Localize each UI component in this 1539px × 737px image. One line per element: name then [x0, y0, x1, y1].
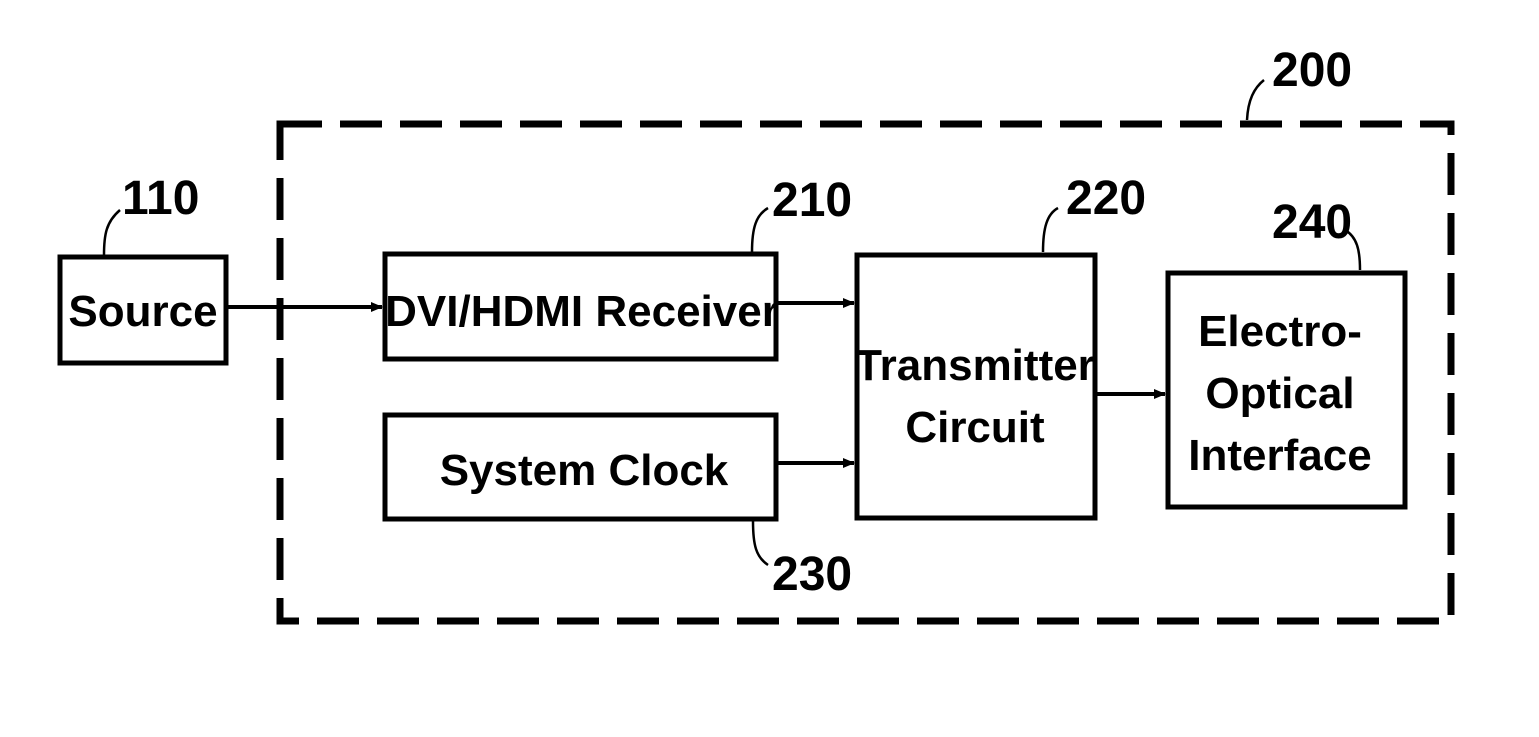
source-leader-line — [102, 209, 121, 256]
eo-interface-label-line-1: Electro- — [1198, 307, 1362, 356]
source-ref-label: 110 — [122, 172, 199, 225]
clock-label: System Clock — [440, 446, 729, 495]
transmitter-block: Transmitter Circuit 220 — [854, 172, 1146, 521]
transmitter-label-line-1: Transmitter — [855, 341, 1095, 390]
container-200-leader-line — [1245, 79, 1265, 121]
eo-interface-label-line-2: Optical — [1205, 369, 1354, 418]
source-label: Source — [68, 287, 217, 336]
receiver-ref-label: 210 — [772, 174, 852, 227]
transmitter-ref-label: 220 — [1066, 172, 1146, 225]
clock-leader-line — [751, 520, 769, 567]
container-200-ref-label: 200 — [1272, 44, 1352, 97]
receiver-label: DVI/HDMI Receiver — [385, 287, 779, 336]
transmitter-leader-line — [1041, 206, 1059, 253]
eo-interface-block: Electro- Optical Interface 240 — [1165, 196, 1408, 510]
clock-ref-label: 230 — [772, 548, 852, 601]
eo-interface-ref-label: 240 — [1272, 196, 1352, 249]
eo-interface-label-line-3: Interface — [1188, 431, 1371, 480]
block-diagram: 200 Source 110 DVI/HDMI Receiver 210 Sys… — [57, 44, 1455, 625]
transmitter-label-line-2: Circuit — [905, 403, 1045, 452]
receiver-leader-line — [750, 206, 769, 253]
receiver-block: DVI/HDMI Receiver 210 — [382, 174, 852, 362]
source-block: Source 110 — [57, 172, 229, 366]
clock-block: System Clock 230 — [382, 412, 852, 601]
